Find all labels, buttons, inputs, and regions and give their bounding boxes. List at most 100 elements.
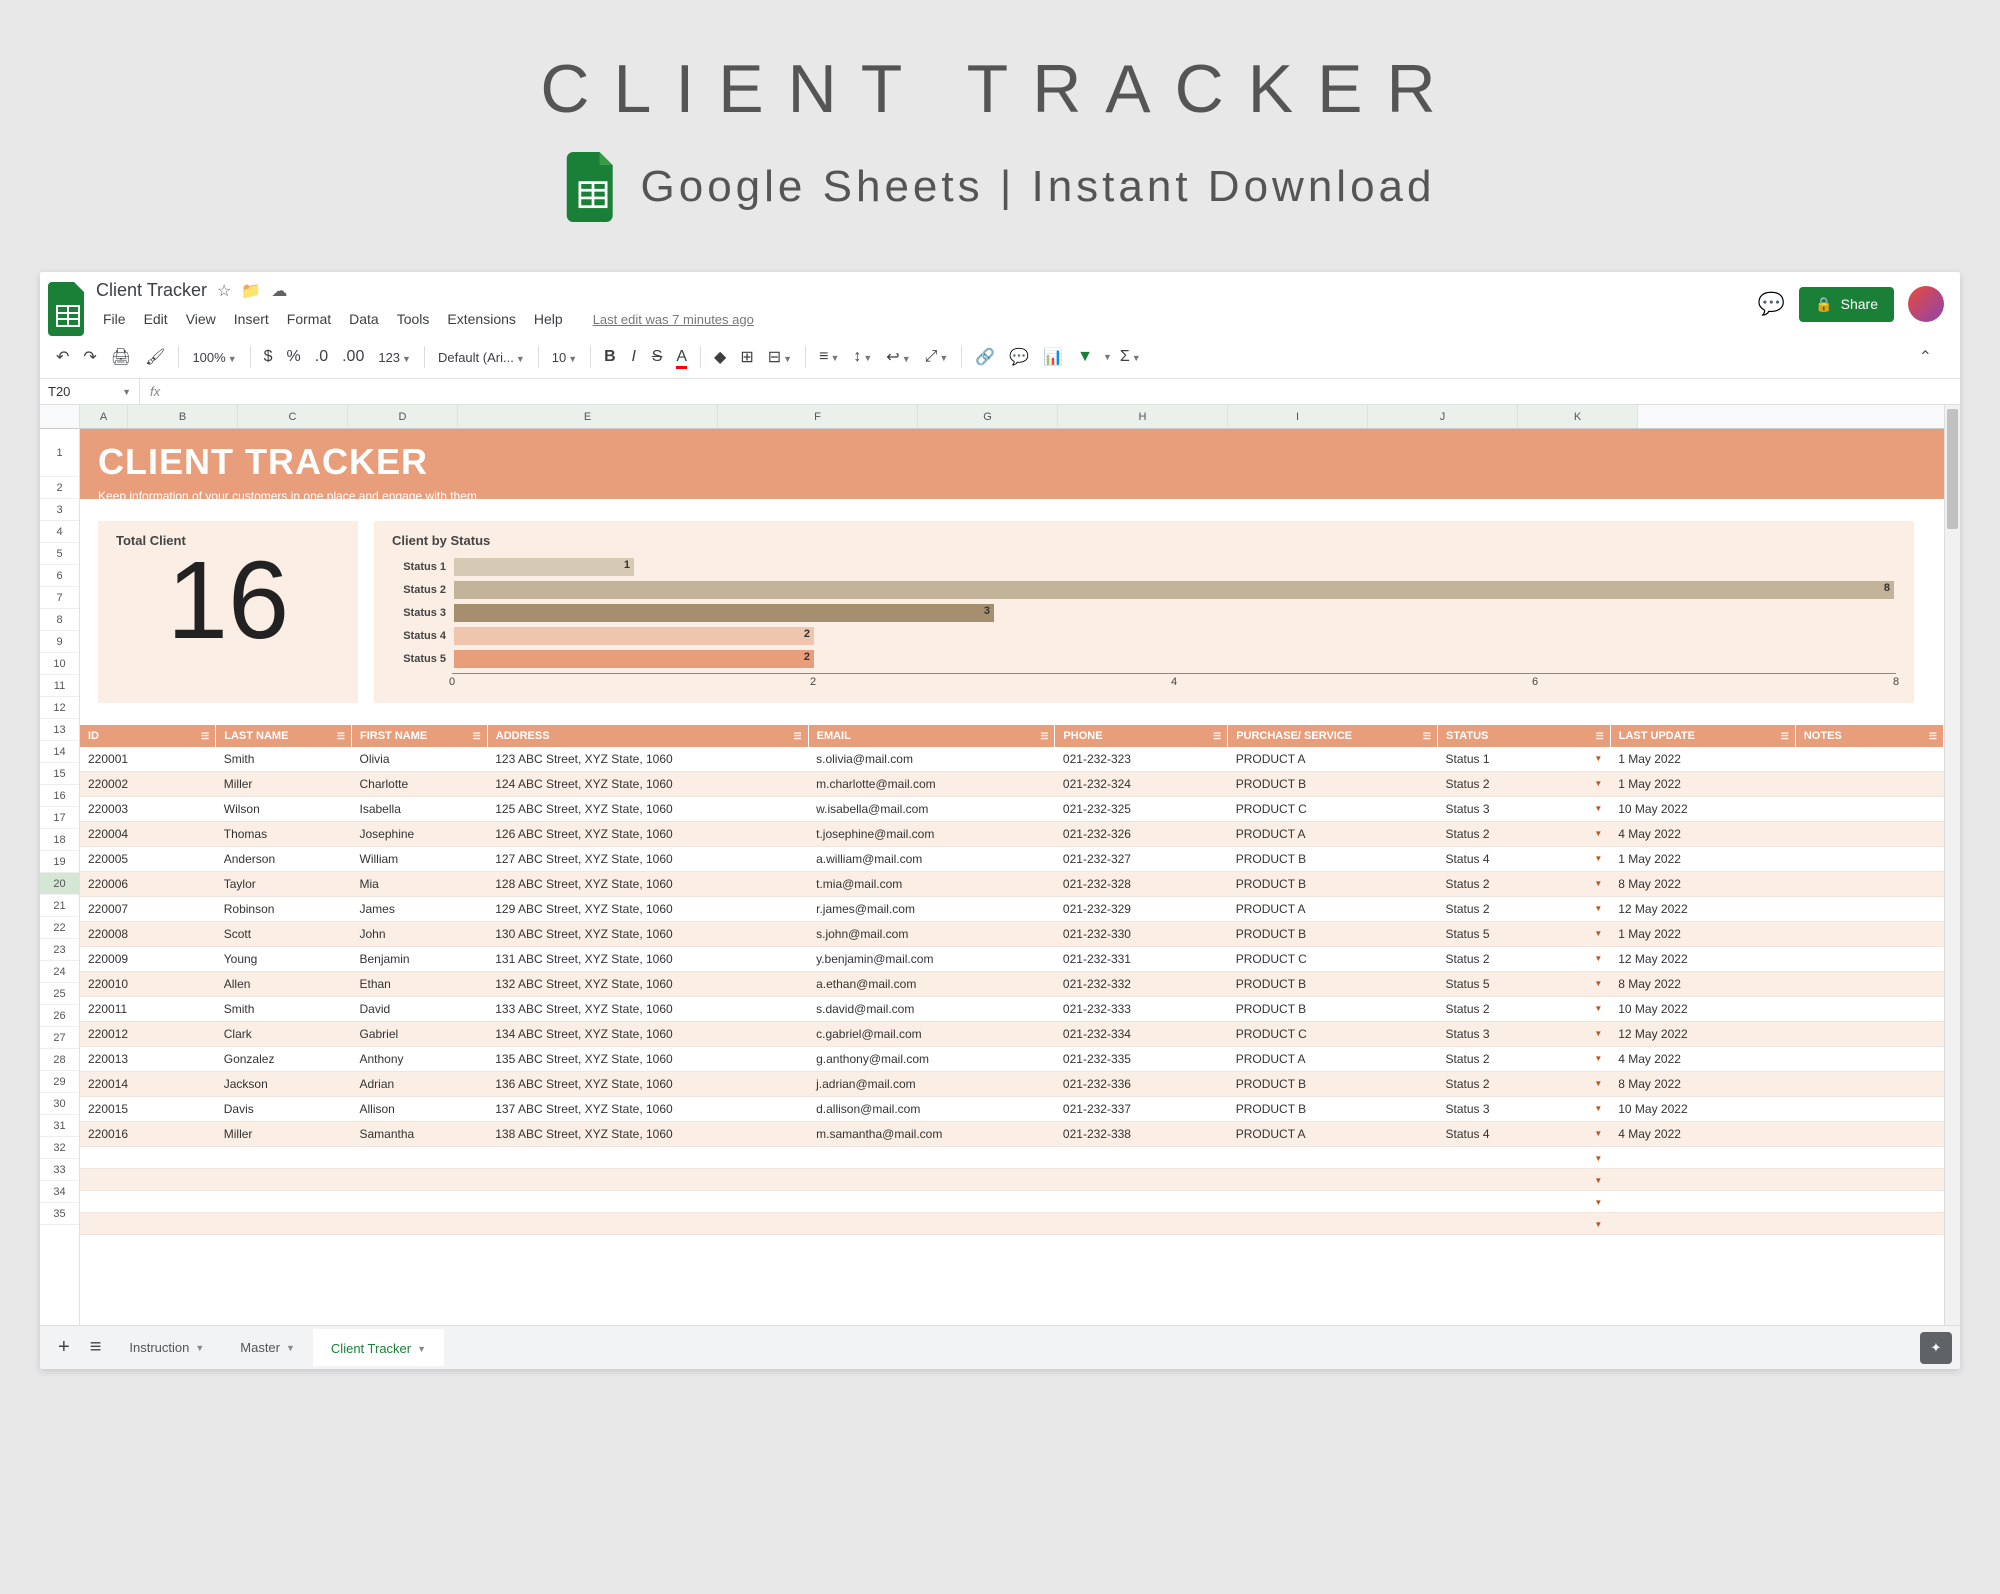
cell-last[interactable]: Taylor — [216, 872, 352, 897]
cell-status[interactable]: Status 5▼ — [1437, 922, 1610, 947]
col-notes[interactable]: NOTES☰ — [1795, 725, 1943, 747]
cell-email[interactable]: w.isabella@mail.com — [808, 797, 1055, 822]
row-header[interactable]: 8 — [40, 609, 79, 631]
cell-id[interactable]: 220009 — [80, 947, 216, 972]
cell-addr[interactable] — [487, 1191, 808, 1213]
cell-update[interactable]: 10 May 2022 — [1610, 797, 1795, 822]
cell-status[interactable]: Status 2▼ — [1437, 897, 1610, 922]
cell-id[interactable] — [80, 1169, 216, 1191]
cell-addr[interactable]: 133 ABC Street, XYZ State, 1060 — [487, 997, 808, 1022]
cloud-icon[interactable]: ☁ — [271, 281, 287, 301]
cell-phone[interactable] — [1055, 1169, 1228, 1191]
status-dropdown-icon[interactable]: ▼ — [1594, 1220, 1602, 1229]
increase-decimal[interactable]: .00 — [336, 343, 370, 371]
italic-icon[interactable]: I — [624, 343, 644, 371]
filter-icon[interactable]: ▼ — [1071, 343, 1099, 371]
menu-tools[interactable]: Tools — [390, 307, 437, 331]
status-dropdown-icon[interactable]: ▼ — [1594, 1129, 1602, 1138]
cell-last[interactable]: Davis — [216, 1097, 352, 1122]
cell-id[interactable]: 220011 — [80, 997, 216, 1022]
cell-update[interactable]: 4 May 2022 — [1610, 822, 1795, 847]
cell-id[interactable] — [80, 1147, 216, 1169]
cell-addr[interactable]: 128 ABC Street, XYZ State, 1060 — [487, 872, 808, 897]
cell-last[interactable] — [216, 1147, 352, 1169]
col-status[interactable]: STATUS☰ — [1437, 725, 1610, 747]
cell-purchase[interactable]: PRODUCT B — [1228, 872, 1438, 897]
cell-update[interactable]: 8 May 2022 — [1610, 972, 1795, 997]
cell-id[interactable]: 220003 — [80, 797, 216, 822]
cell-first[interactable] — [352, 1213, 488, 1235]
status-dropdown-icon[interactable]: ▼ — [1594, 1029, 1602, 1038]
cell-update[interactable]: 1 May 2022 — [1610, 747, 1795, 772]
add-sheet-button[interactable]: + — [48, 1336, 80, 1359]
cell-last[interactable]: Smith — [216, 747, 352, 772]
row-header[interactable]: 13 — [40, 719, 79, 741]
chart-icon[interactable]: 📊 — [1037, 342, 1069, 372]
table-row[interactable]: ▼ — [80, 1213, 1944, 1235]
decrease-decimal[interactable]: .0 — [309, 343, 334, 371]
cell-first[interactable]: Gabriel — [352, 1022, 488, 1047]
cell-last[interactable]: Thomas — [216, 822, 352, 847]
last-edit-link[interactable]: Last edit was 7 minutes ago — [586, 308, 761, 331]
cell-id[interactable]: 220013 — [80, 1047, 216, 1072]
cell-email[interactable]: s.john@mail.com — [808, 922, 1055, 947]
tab-master[interactable]: Master▼ — [222, 1330, 313, 1365]
cell-status[interactable]: ▼ — [1437, 1147, 1610, 1169]
table-row[interactable]: 220007RobinsonJames129 ABC Street, XYZ S… — [80, 897, 1944, 922]
cell-first[interactable]: Ethan — [352, 972, 488, 997]
tab-instruction[interactable]: Instruction▼ — [111, 1330, 222, 1365]
cell-id[interactable]: 220002 — [80, 772, 216, 797]
client-table[interactable]: ID☰LAST NAME☰FIRST NAME☰ADDRESS☰EMAIL☰PH… — [80, 725, 1944, 1235]
menu-file[interactable]: File — [96, 307, 133, 331]
cell-first[interactable]: John — [352, 922, 488, 947]
row-header[interactable]: 20 — [40, 873, 79, 895]
move-icon[interactable]: 📁 — [241, 281, 261, 301]
cell-first[interactable] — [352, 1191, 488, 1213]
cell-email[interactable]: m.samantha@mail.com — [808, 1122, 1055, 1147]
cell-notes[interactable] — [1795, 1147, 1943, 1169]
font-size[interactable]: 10▼ — [546, 346, 583, 369]
cell-notes[interactable] — [1795, 1047, 1943, 1072]
cell-update[interactable]: 8 May 2022 — [1610, 872, 1795, 897]
col-header-A[interactable]: A — [80, 405, 128, 428]
format-percent[interactable]: % — [281, 343, 307, 371]
cell-purchase[interactable]: PRODUCT B — [1228, 997, 1438, 1022]
fill-color-icon[interactable]: ◆ — [708, 342, 732, 372]
status-dropdown-icon[interactable]: ▼ — [1594, 1154, 1602, 1163]
cell-purchase[interactable] — [1228, 1213, 1438, 1235]
row-header[interactable]: 3 — [40, 499, 79, 521]
col-last-update[interactable]: LAST UPDATE☰ — [1610, 725, 1795, 747]
cell-addr[interactable]: 126 ABC Street, XYZ State, 1060 — [487, 822, 808, 847]
cell-addr[interactable]: 138 ABC Street, XYZ State, 1060 — [487, 1122, 808, 1147]
cell-email[interactable]: a.william@mail.com — [808, 847, 1055, 872]
cell-notes[interactable] — [1795, 822, 1943, 847]
cell-update[interactable] — [1610, 1213, 1795, 1235]
cell-phone[interactable] — [1055, 1147, 1228, 1169]
cell-notes[interactable] — [1795, 847, 1943, 872]
cell-id[interactable]: 220016 — [80, 1122, 216, 1147]
row-header[interactable]: 24 — [40, 961, 79, 983]
cell-email[interactable]: c.gabriel@mail.com — [808, 1022, 1055, 1047]
cell-id[interactable]: 220005 — [80, 847, 216, 872]
cell-notes[interactable] — [1795, 897, 1943, 922]
row-header[interactable]: 5 — [40, 543, 79, 565]
cell-phone[interactable]: 021-232-335 — [1055, 1047, 1228, 1072]
cell-email[interactable]: r.james@mail.com — [808, 897, 1055, 922]
cell-last[interactable]: Young — [216, 947, 352, 972]
status-dropdown-icon[interactable]: ▼ — [1594, 879, 1602, 888]
status-dropdown-icon[interactable]: ▼ — [1594, 854, 1602, 863]
row-header[interactable]: 17 — [40, 807, 79, 829]
comment-icon[interactable]: 💬 — [1003, 342, 1035, 372]
cell-notes[interactable] — [1795, 922, 1943, 947]
row-header[interactable]: 11 — [40, 675, 79, 697]
cell-id[interactable]: 220012 — [80, 1022, 216, 1047]
cell-email[interactable]: s.olivia@mail.com — [808, 747, 1055, 772]
cell-status[interactable]: ▼ — [1437, 1191, 1610, 1213]
row-header[interactable]: 32 — [40, 1137, 79, 1159]
cell-notes[interactable] — [1795, 1213, 1943, 1235]
cell-id[interactable]: 220007 — [80, 897, 216, 922]
bold-icon[interactable]: B — [598, 343, 622, 371]
cell-phone[interactable]: 021-232-330 — [1055, 922, 1228, 947]
table-row[interactable]: 220016MillerSamantha138 ABC Street, XYZ … — [80, 1122, 1944, 1147]
cell-phone[interactable]: 021-232-325 — [1055, 797, 1228, 822]
